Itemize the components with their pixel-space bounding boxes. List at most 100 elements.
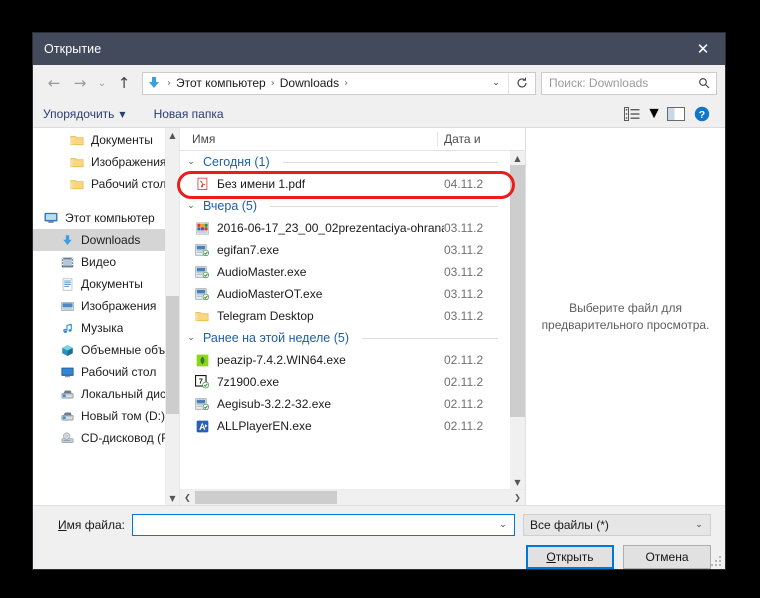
scroll-down-icon[interactable]: ▼ (510, 475, 525, 489)
arrow-up-icon[interactable]: ↑ (111, 70, 137, 96)
open-button[interactable]: Открыть (526, 545, 614, 569)
scroll-down-icon[interactable]: ▼ (166, 491, 179, 505)
svg-text:7: 7 (199, 376, 203, 385)
chevron-down-icon-view[interactable]: ▼ (645, 103, 663, 125)
chevron-down-icon-group[interactable]: ⌄ (184, 333, 198, 343)
new-folder-label: Новая папка (153, 107, 224, 121)
file-row[interactable]: Aegisub-3.2.2-32.exe 02.11.2 (180, 393, 510, 415)
search-box[interactable]: Поиск: Downloads (541, 71, 717, 95)
file-row[interactable]: AudioMasterOT.exe 03.11.2 (180, 283, 510, 305)
file-row[interactable]: peazip-7.4.2.WIN64.exe 02.11.2 (180, 349, 510, 371)
sidebar-item-6[interactable]: Видео (33, 251, 179, 273)
file-list-pane: Имя Дата и ⌄ Сегодня (1) Без имени 1.pdf 04… (180, 128, 525, 505)
sidebar-scroll-thumb[interactable] (166, 296, 179, 414)
pictures-icon (59, 300, 75, 313)
file-row[interactable]: ALLPlayerEN.exe 02.11.2 (180, 415, 510, 437)
filename-input[interactable]: ⌄ (132, 514, 515, 536)
sidebar-item-0[interactable]: Документы (33, 129, 179, 151)
sidebar-item-2[interactable]: Рабочий стол (33, 173, 179, 195)
scroll-up-icon[interactable]: ▲ (510, 151, 525, 165)
dialog-content: Документы Изображения Рабочий стол Этот ком… (33, 128, 725, 505)
dialog-title: Открытие (44, 42, 102, 56)
sidebar-item-11[interactable]: Рабочий стол (33, 361, 179, 383)
file-group-header-0[interactable]: ⌄ Сегодня (1) (180, 151, 510, 173)
sidebar-item-label: Новый том (D:) (81, 409, 165, 423)
file-row[interactable]: egifan7.exe 03.11.2 (180, 239, 510, 261)
file-name: peazip-7.4.2.WIN64.exe (217, 353, 346, 367)
chevron-down-icon-filename[interactable]: ⌄ (492, 520, 514, 530)
new-folder-button[interactable]: Новая папка (154, 107, 224, 121)
hscroll-track[interactable] (195, 490, 510, 505)
image-icon (191, 222, 213, 235)
videos-icon (59, 256, 75, 269)
file-group-header-1[interactable]: ⌄ Вчера (5) (180, 195, 510, 217)
sidebar-item-4[interactable]: Этот компьютер (33, 207, 179, 229)
address-bar[interactable]: › Этот компьютер › Downloads › ⌄ (142, 71, 536, 95)
file-row[interactable]: Telegram Desktop 03.11.2 (180, 305, 510, 327)
sidebar-scrollbar[interactable]: ▲ ▼ (165, 128, 179, 505)
file-list-scroll-thumb[interactable] (510, 165, 525, 417)
help-icon[interactable]: ? (689, 103, 715, 125)
sidebar-item-10[interactable]: Объемные объ (33, 339, 179, 361)
sidebar-item-8[interactable]: Изображения (33, 295, 179, 317)
search-icon[interactable] (692, 77, 716, 89)
sidebar-item-7[interactable]: Документы (33, 273, 179, 295)
file-type-filter[interactable]: Все файлы (*) ⌄ (523, 514, 711, 536)
list-view-icon[interactable] (619, 103, 645, 125)
sidebar-item-label: Видео (81, 255, 117, 269)
resize-grip-icon[interactable] (711, 556, 721, 566)
close-icon[interactable]: ✕ (681, 33, 725, 65)
navigation-pane: Документы Изображения Рабочий стол Этот ком… (33, 128, 180, 505)
chevron-down-icon-group[interactable]: ⌄ (184, 201, 198, 211)
column-header-date[interactable]: Дата и (437, 132, 510, 146)
file-row[interactable]: 2016-06-17_23_00_02prezentaciya-ohrana..… (180, 217, 510, 239)
file-date: 02.11.2 (444, 375, 484, 389)
file-list-horizontal-scrollbar[interactable]: ❮ ❯ (180, 489, 525, 505)
file-group-header-2[interactable]: ⌄ Ранее на этой неделе (5) (180, 327, 510, 349)
refresh-icon[interactable] (508, 72, 535, 94)
preview-pane-icon[interactable] (663, 103, 689, 125)
organize-button[interactable]: Упорядочить ▼ (43, 107, 126, 121)
chevron-down-icon-address[interactable]: ⌄ (484, 78, 508, 88)
file-list-vertical-scrollbar[interactable]: ▲ ▼ (510, 151, 525, 489)
arrow-left-icon[interactable]: ← (41, 70, 67, 96)
documents-icon (59, 277, 75, 291)
sidebar-item-14[interactable]: CD-дисковод (F (33, 427, 179, 449)
file-date: 04.11.2 (444, 177, 484, 191)
3d-objects-icon (59, 344, 75, 357)
arrow-right-icon[interactable]: → (67, 70, 93, 96)
scroll-right-icon[interactable]: ❯ (510, 490, 525, 505)
sidebar-item-1[interactable]: Изображения (33, 151, 179, 173)
file-row[interactable]: 7 7z1900.exe 02.11.2 (180, 371, 510, 393)
chevron-down-icon-filter[interactable]: ⌄ (688, 520, 710, 530)
file-group-label: Вчера (5) (203, 199, 258, 213)
hscroll-thumb[interactable] (195, 491, 337, 504)
chevron-down-icon-recent[interactable]: ⌄ (93, 70, 111, 96)
column-header-name[interactable]: Имя (180, 132, 437, 146)
sidebar-item-label: Изображения (81, 299, 157, 313)
search-input[interactable]: Поиск: Downloads (542, 76, 692, 90)
cancel-button[interactable]: Отмена (623, 545, 711, 569)
file-name: 2016-06-17_23_00_02prezentaciya-ohrana..… (217, 221, 444, 235)
folder-yellow-icon (69, 133, 85, 147)
svg-text:?: ? (699, 109, 705, 121)
breadcrumb-item-0[interactable]: Этот компьютер (173, 76, 269, 90)
downloads-arrow-icon (143, 76, 165, 90)
breadcrumb-item-1[interactable]: Downloads (277, 76, 342, 90)
sidebar-item-13[interactable]: Новый том (D:) (33, 405, 179, 427)
sidebar-item-label: Локальный дис (81, 387, 166, 401)
scroll-left-icon[interactable]: ❮ (180, 490, 195, 505)
scroll-up-icon[interactable]: ▲ (166, 128, 179, 142)
file-type-value[interactable]: Все файлы (*) (524, 518, 688, 532)
chevron-down-icon-group[interactable]: ⌄ (184, 157, 198, 167)
column-header-row: Имя Дата и (180, 128, 525, 151)
hard-drive-icon (59, 388, 75, 401)
file-date: 03.11.2 (444, 243, 484, 257)
file-name: Telegram Desktop (217, 309, 314, 323)
installer-icon (191, 243, 213, 257)
sidebar-item-5[interactable]: Downloads (33, 229, 179, 251)
sidebar-item-12[interactable]: Локальный дис (33, 383, 179, 405)
file-row[interactable]: AudioMaster.exe 03.11.2 (180, 261, 510, 283)
file-row[interactable]: Без имени 1.pdf 04.11.2 (180, 173, 510, 195)
sidebar-item-9[interactable]: Музыка (33, 317, 179, 339)
